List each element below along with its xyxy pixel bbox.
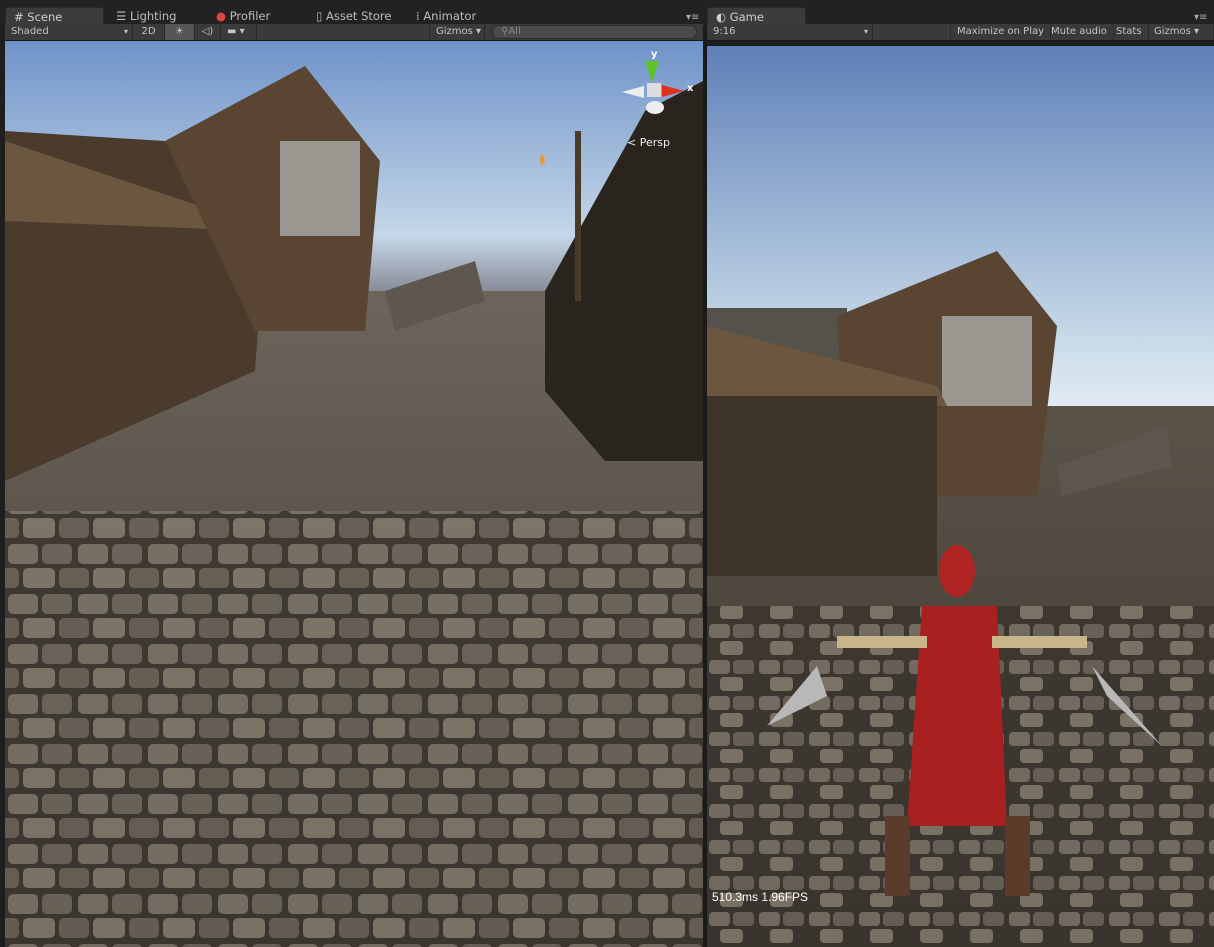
y-axis-cone[interactable]	[645, 61, 659, 83]
stats-toggle[interactable]: Stats	[1110, 24, 1149, 40]
scene-toolbar: Shaded ▾ 2D ☀ ◁) ▬ ▾ Gizmos ▾ ⚲All	[5, 24, 704, 41]
game-toolbar: 9:16 ▾ Maximize on Play Mute audio Stats …	[707, 24, 1214, 41]
orientation-gizmo[interactable]: y x < Persp	[617, 49, 697, 149]
game-gizmos-dropdown[interactable]: Gizmos ▾	[1148, 24, 1214, 40]
mute-audio-toggle[interactable]: Mute audio	[1045, 24, 1114, 40]
scene-search-input[interactable]: ⚲All	[492, 25, 697, 39]
draw-mode-dropdown[interactable]: Shaded ▾	[5, 24, 133, 40]
fps-overlay: 510.3ms 1.96FPS	[712, 890, 809, 904]
panel-menu-icon[interactable]: ▾≡	[686, 12, 699, 23]
cobblestone	[5, 511, 703, 947]
panel-splitter[interactable]	[703, 25, 707, 947]
animator-icon: ⁞	[416, 9, 420, 23]
profiler-icon: ●	[216, 9, 227, 23]
game-tab-bar: ◐ Game ▾≡	[704, 0, 1214, 25]
chevron-down-icon: ▾	[863, 27, 868, 36]
game-icon: ◐	[716, 10, 727, 24]
2d-toggle[interactable]: 2D	[133, 24, 165, 40]
projection-label[interactable]: < Persp	[627, 136, 670, 149]
lantern: ▮	[539, 152, 546, 166]
aspect-dropdown[interactable]: 9:16 ▾	[707, 24, 873, 40]
chevron-down-icon: ▾	[123, 27, 128, 36]
lighting-icon: ☰	[116, 9, 127, 23]
scene-render: ▮	[5, 41, 703, 947]
maximize-on-play-toggle[interactable]: Maximize on Play	[950, 24, 1052, 40]
grid-icon: #	[14, 10, 24, 24]
scene-viewport[interactable]: ▮ y x < Persp	[5, 41, 703, 947]
neg-x-cone[interactable]	[622, 86, 644, 98]
game-render	[707, 46, 1214, 947]
scene-tab-bar: # Scene ☰ Lighting ● Profiler ▯ Asset St…	[0, 0, 704, 25]
game-panel-menu-icon[interactable]: ▾≡	[1194, 12, 1207, 23]
tab-lighting[interactable]: ☰ Lighting	[108, 7, 184, 25]
gizmos-dropdown[interactable]: Gizmos ▾	[429, 24, 485, 40]
x-axis-cone[interactable]	[662, 85, 684, 97]
tab-asset-store[interactable]: ▯ Asset Store	[308, 7, 400, 25]
audio-toggle-icon[interactable]: ◁)	[195, 24, 221, 40]
lighting-toggle-icon[interactable]: ☀	[165, 24, 195, 40]
tab-profiler[interactable]: ● Profiler	[208, 7, 278, 25]
effects-dropdown-icon[interactable]: ▬ ▾	[221, 24, 257, 40]
tab-game[interactable]: ◐ Game	[707, 7, 806, 25]
game-viewport[interactable]: 510.3ms 1.96FPS	[707, 46, 1214, 947]
gizmo-center-cube[interactable]	[647, 83, 661, 97]
neg-z-cone[interactable]	[646, 101, 664, 114]
tab-animator[interactable]: ⁞ Animator	[408, 7, 484, 25]
asset-store-icon: ▯	[316, 9, 323, 23]
tab-scene[interactable]: # Scene	[5, 7, 104, 25]
